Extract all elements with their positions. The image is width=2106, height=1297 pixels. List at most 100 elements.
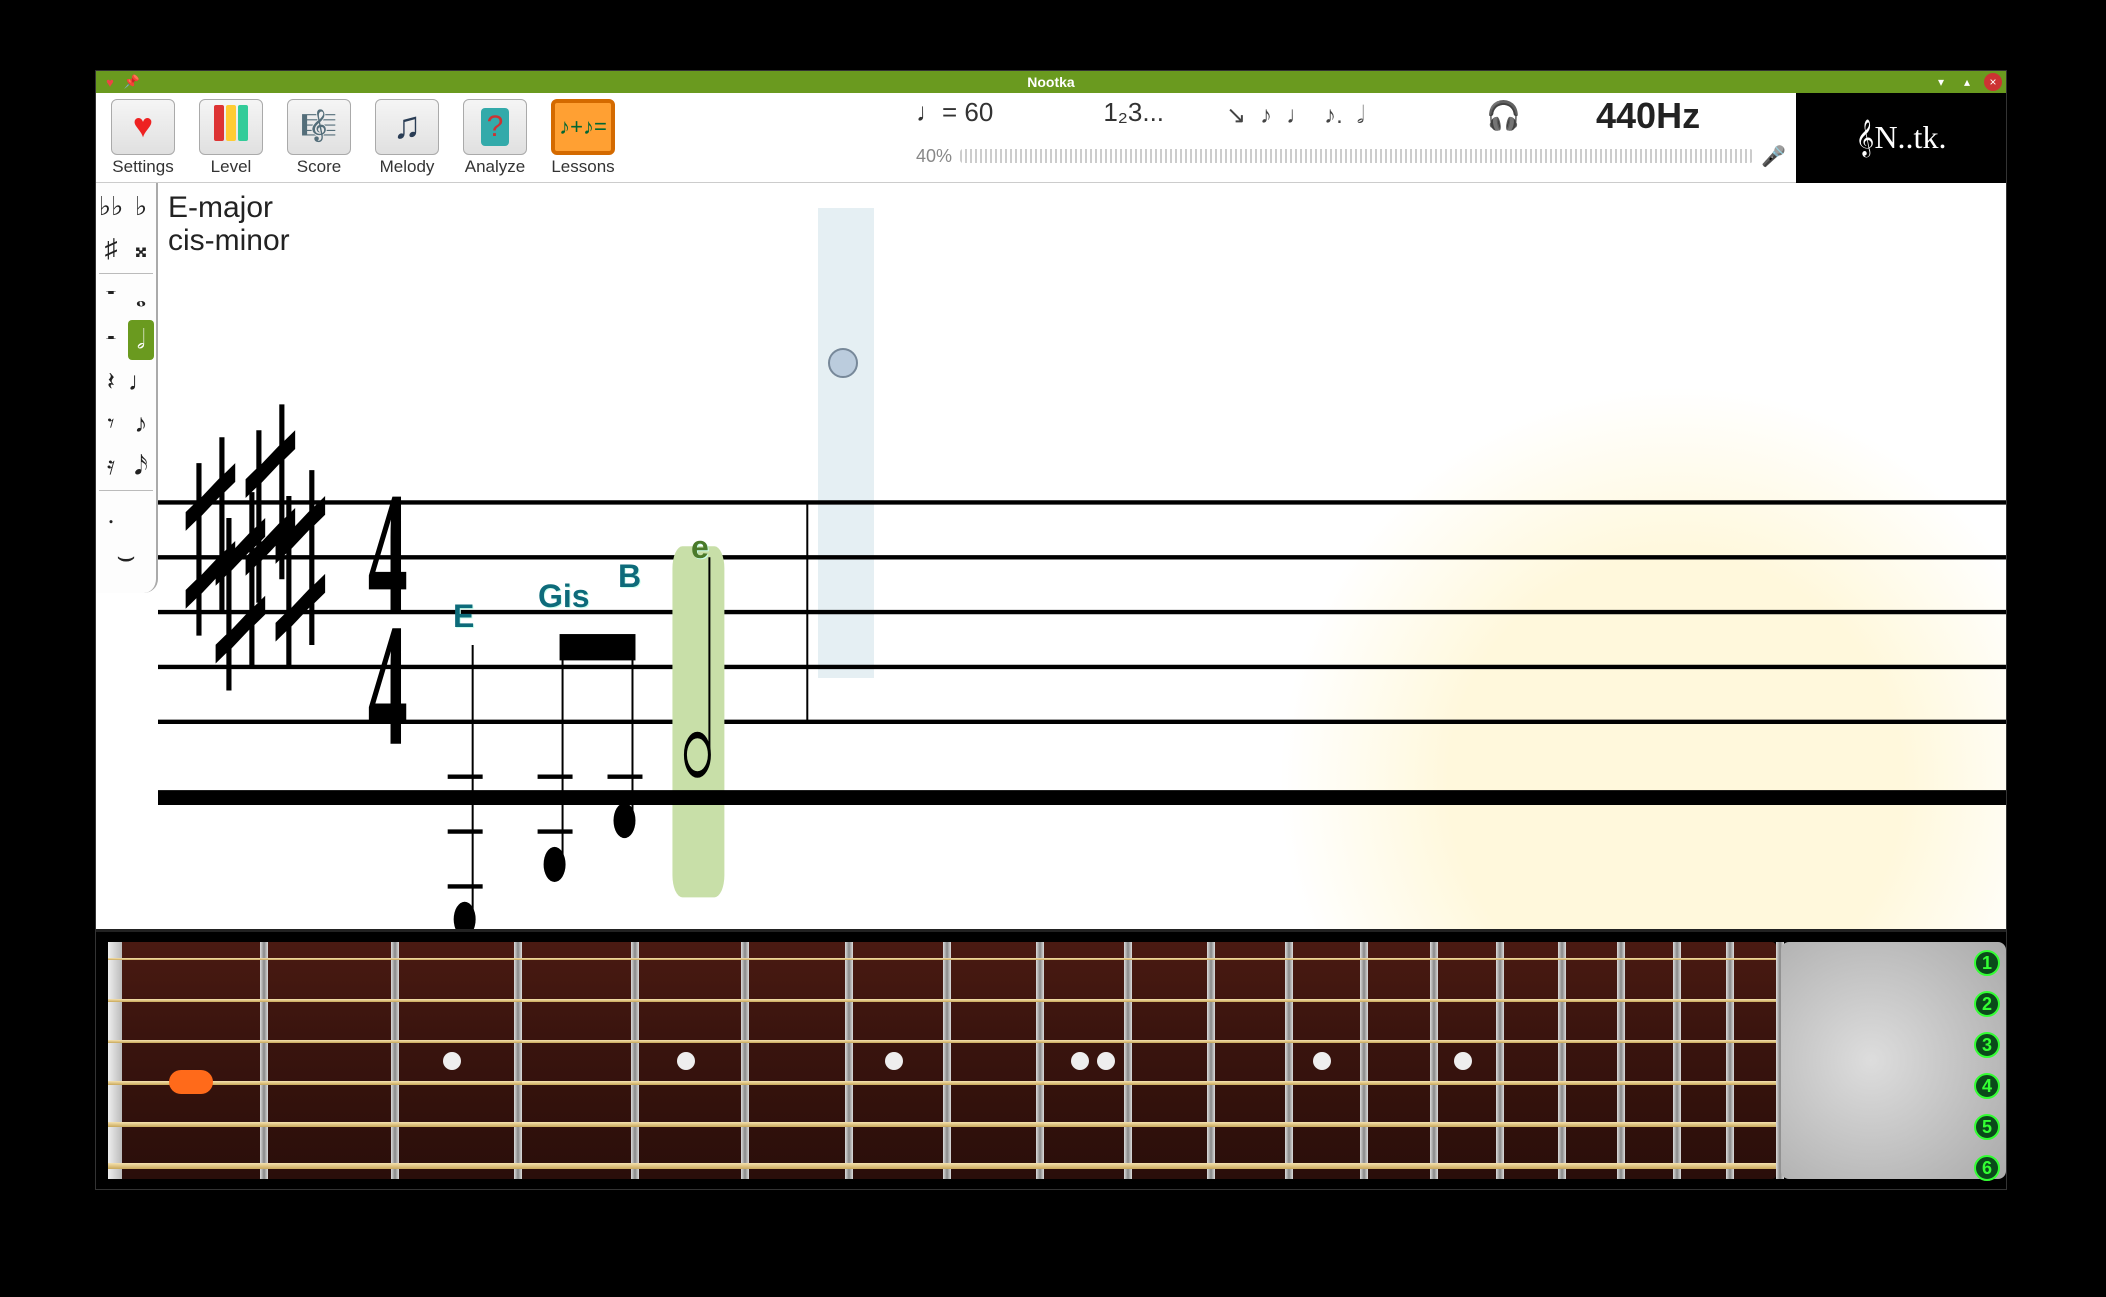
string-number[interactable]: 3: [1974, 1032, 2000, 1058]
fret-line: [1496, 942, 1504, 1179]
quarter-rest-button[interactable]: 𝄽: [98, 362, 124, 402]
lessons-label: Lessons: [542, 157, 624, 177]
sixteenth-rest-button[interactable]: 𝄿: [98, 446, 124, 486]
main-area: ♭♭ ♭ ♯ 𝄪 𝄻 𝅝 𝄼 𝅗𝅥 𝄽 ♩ 𝄾 ♪: [96, 183, 2006, 929]
fret-dot: [677, 1052, 695, 1070]
tuning-pitch[interactable]: 440Hz: [1596, 95, 1700, 137]
app-heart-icon: ♥: [102, 74, 118, 90]
score-canvas[interactable]: E-major cis-minor ♯ ♯ ♯ ♯: [158, 183, 2006, 929]
fret-line: [391, 942, 399, 1179]
note-value-icon[interactable]: ♪.: [1324, 102, 1343, 130]
quarter-note-button[interactable]: ♩: [128, 362, 154, 402]
guitar-string[interactable]: [108, 1163, 1776, 1169]
string-number[interactable]: 1: [1974, 950, 2000, 976]
flat-button[interactable]: ♭: [128, 187, 154, 227]
rhythm-picker[interactable]: ↘ ♪ ♩ ♪. 𝅗𝅥: [1226, 101, 1364, 130]
fret-line: [1285, 942, 1293, 1179]
string-number[interactable]: 6: [1974, 1155, 2000, 1181]
fret-line: [845, 942, 853, 1179]
note-label: e: [691, 529, 709, 566]
finger-marker[interactable]: [169, 1070, 213, 1094]
guitar-string[interactable]: [108, 1081, 1776, 1085]
app-window: ♥ 📌 Nootka ▾ ▴ × ♥ Settings Level 🎼 Scor…: [95, 70, 2007, 1190]
main-toolbar: ♥ Settings Level 🎼 Score ♫ Melody ? Anal…: [96, 93, 2006, 183]
note-label: B: [618, 558, 641, 595]
svg-text:♯: ♯: [273, 430, 328, 698]
whole-rest-button[interactable]: 𝄻: [98, 278, 124, 318]
pin-icon[interactable]: 📌: [124, 74, 140, 90]
guitar-string[interactable]: [108, 1040, 1776, 1043]
fret-line: [1124, 942, 1132, 1179]
note-palette: ♭♭ ♭ ♯ 𝄪 𝄻 𝅝 𝄼 𝅗𝅥 𝄽 ♩ 𝄾 ♪: [96, 183, 158, 593]
sharp-button[interactable]: ♯: [98, 229, 124, 269]
melody-button[interactable]: ♫ Melody: [366, 99, 448, 177]
headstock: [1781, 942, 2006, 1179]
whole-note-button[interactable]: 𝅝: [128, 278, 154, 318]
fret-line: [1726, 942, 1734, 1179]
guitar-string[interactable]: [108, 999, 1776, 1002]
eighth-note-button[interactable]: ♪: [128, 404, 154, 444]
heart-icon: ♥: [133, 107, 153, 146]
fret-line: [1558, 942, 1566, 1179]
blank-button[interactable]: [128, 495, 154, 535]
fret-line: [1430, 942, 1438, 1179]
score-icon: 🎼: [300, 109, 337, 144]
level-button[interactable]: Level: [190, 99, 272, 177]
close-button[interactable]: ×: [1984, 73, 2002, 91]
volume-track[interactable]: [960, 149, 1753, 163]
fret-line: [1673, 942, 1681, 1179]
melody-icon: ♫: [393, 105, 422, 148]
level-label: Level: [190, 157, 272, 177]
fret-line: [260, 942, 268, 1179]
key-minor: cis-minor: [168, 224, 290, 257]
tempo-display[interactable]: ♩= 60: [916, 97, 993, 128]
dot-button[interactable]: .: [98, 495, 124, 535]
guitar-string[interactable]: [108, 958, 1776, 960]
note-value-icon[interactable]: ♩: [1286, 102, 1310, 130]
fret-line: [741, 942, 749, 1179]
fretboard[interactable]: 1 2 3 4 5 6: [96, 929, 2006, 1189]
analyze-button[interactable]: ? Analyze: [454, 99, 536, 177]
key-signature-label: E-major cis-minor: [168, 191, 290, 257]
guitar-string[interactable]: [108, 1122, 1776, 1127]
maximize-button[interactable]: ▴: [1958, 73, 1976, 91]
note-value-icon[interactable]: 𝅗𝅥: [1357, 102, 1365, 130]
sixteenth-note-button[interactable]: 𝅘𝅥𝅯: [128, 446, 154, 486]
fret-line: [631, 942, 639, 1179]
staff-secondary[interactable]: [158, 723, 2006, 929]
counting-display[interactable]: 1₂3...: [1103, 97, 1164, 128]
melody-label: Melody: [366, 157, 448, 177]
string-number[interactable]: 4: [1974, 1073, 2000, 1099]
score-button[interactable]: 🎼 Score: [278, 99, 360, 177]
logo-text: 𝄞N..tk.: [1856, 119, 1947, 157]
headphones-icon[interactable]: 🎧: [1486, 99, 1521, 132]
fret-dot: [1097, 1052, 1115, 1070]
half-rest-button[interactable]: 𝄼: [98, 320, 124, 360]
lessons-icon: ♪+♪=: [559, 114, 607, 140]
double-sharp-button[interactable]: 𝄪: [128, 229, 154, 269]
analyze-icon: ?: [481, 108, 510, 146]
fret-dot: [1071, 1052, 1089, 1070]
fret-area[interactable]: [108, 942, 1776, 1179]
fret-dot: [885, 1052, 903, 1070]
double-flat-button[interactable]: ♭♭: [98, 187, 124, 227]
string-number[interactable]: 2: [1974, 991, 2000, 1017]
window-title: Nootka: [1027, 74, 1074, 90]
note-value-icon[interactable]: ♪: [1260, 102, 1272, 130]
lessons-button[interactable]: ♪+♪= Lessons: [542, 99, 624, 177]
analyze-label: Analyze: [454, 157, 536, 177]
fret-dot: [443, 1052, 461, 1070]
note-value-icon[interactable]: ↘: [1226, 101, 1246, 130]
settings-button[interactable]: ♥ Settings: [102, 99, 184, 177]
note-label: E: [453, 598, 474, 635]
fret-dot: [1313, 1052, 1331, 1070]
tie-button[interactable]: ⌣: [100, 537, 152, 577]
fret-line: [1617, 942, 1625, 1179]
string-number[interactable]: 5: [1974, 1114, 2000, 1140]
eighth-rest-button[interactable]: 𝄾: [98, 404, 124, 444]
fret-line: [943, 942, 951, 1179]
minimize-button[interactable]: ▾: [1932, 73, 1950, 91]
volume-meter: 40% 🎤: [916, 141, 1786, 171]
microphone-icon[interactable]: 🎤: [1761, 144, 1786, 169]
half-note-button[interactable]: 𝅗𝅥: [128, 320, 154, 360]
